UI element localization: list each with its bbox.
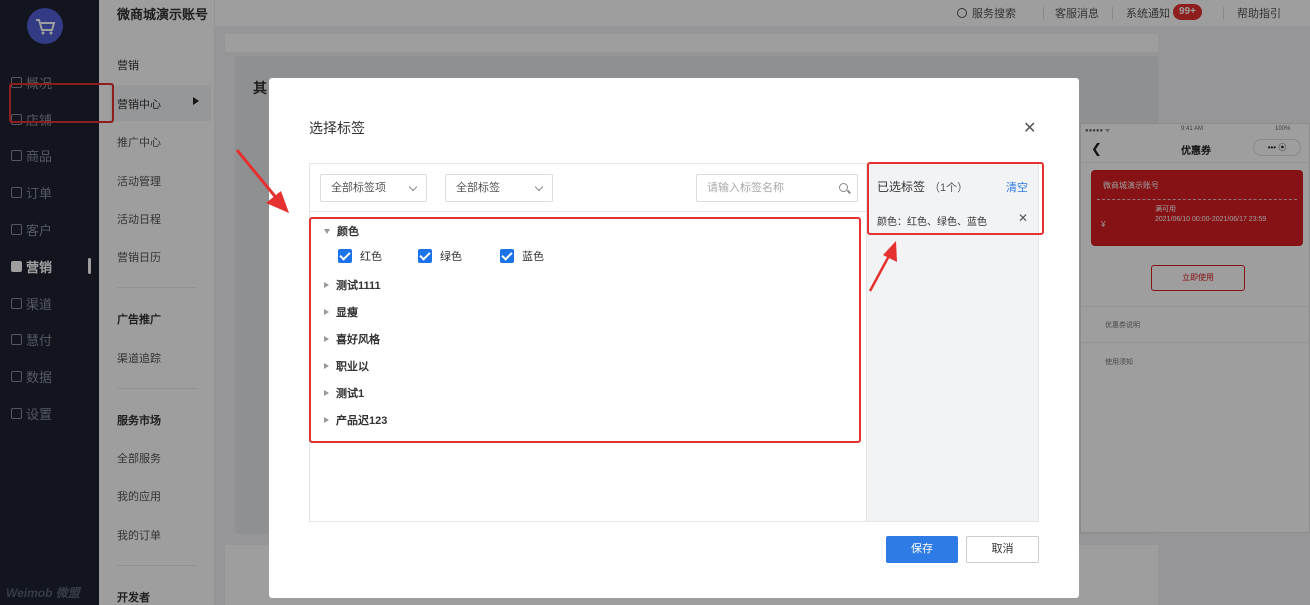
annotation-arrow xyxy=(868,241,897,292)
annotation-arrows xyxy=(235,149,897,292)
annotation-arrow xyxy=(235,149,289,213)
